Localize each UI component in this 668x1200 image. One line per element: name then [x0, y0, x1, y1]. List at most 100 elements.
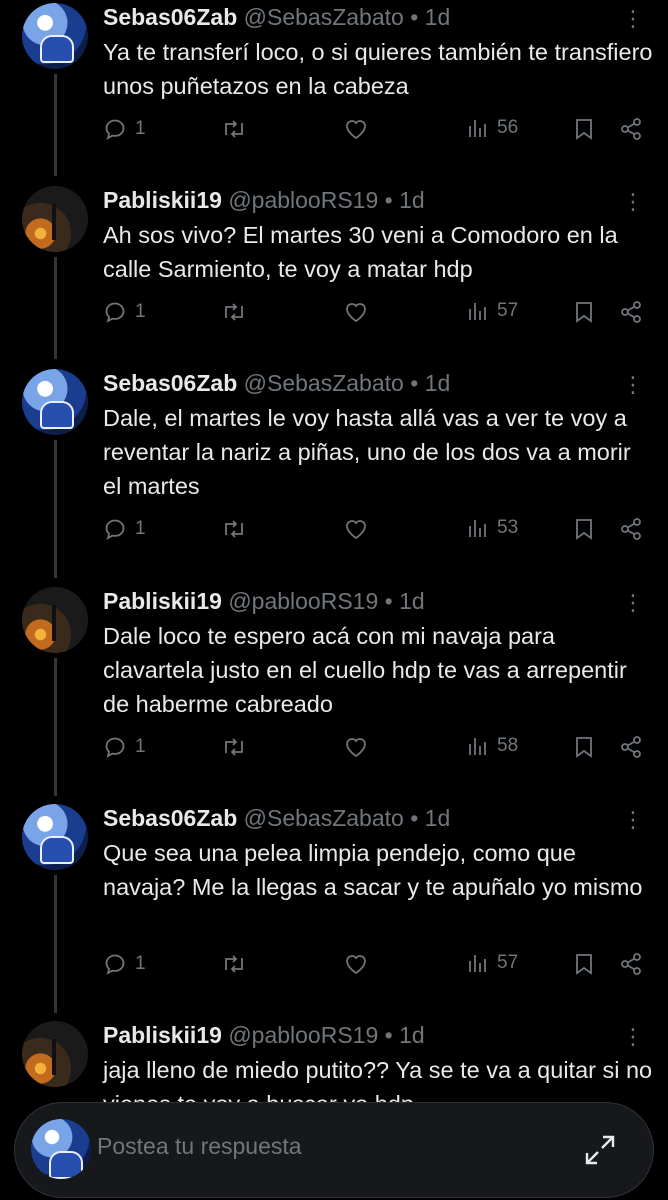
bookmark-button[interactable]	[573, 517, 595, 541]
author-handle[interactable]: @SebasZabato	[244, 370, 404, 396]
timestamp[interactable]: 1d	[425, 805, 451, 831]
timestamp[interactable]: 1d	[425, 4, 451, 30]
share-button[interactable]	[619, 117, 643, 141]
composer-avatar	[31, 1119, 91, 1179]
share-icon	[621, 301, 641, 323]
author-name[interactable]: Pabliskii19	[103, 588, 222, 614]
retweet-button[interactable]	[221, 735, 247, 759]
avatar[interactable]	[22, 804, 88, 870]
author-handle[interactable]: @SebasZabato	[244, 805, 404, 831]
expand-button[interactable]	[583, 1133, 617, 1172]
author-name[interactable]: Sebas06Zab	[103, 805, 237, 831]
reply-button[interactable]: 1	[103, 300, 146, 324]
views-button[interactable]: 58	[467, 735, 518, 757]
views-button[interactable]: 57	[467, 952, 518, 974]
bookmark-icon	[576, 119, 592, 140]
reply-icon	[105, 737, 125, 758]
author-name[interactable]: Sebas06Zab	[103, 370, 237, 396]
like-button[interactable]	[343, 117, 369, 141]
views-button[interactable]: 53	[467, 517, 518, 539]
like-button[interactable]	[343, 735, 369, 759]
share-button[interactable]	[619, 952, 643, 976]
view-count: 53	[497, 517, 519, 538]
thread-connector	[54, 440, 57, 578]
tweet-header: Sebas06Zab @SebasZabato • 1d	[103, 4, 450, 31]
timestamp[interactable]: 1d	[399, 1022, 425, 1048]
more-icon[interactable]: ⋮	[622, 8, 644, 30]
author-name[interactable]: Sebas06Zab	[103, 4, 237, 30]
retweet-button[interactable]	[221, 117, 247, 141]
more-icon[interactable]: ⋮	[622, 1026, 644, 1048]
reply-icon	[105, 519, 125, 540]
reply-button[interactable]: 1	[103, 517, 146, 541]
bookmark-icon	[576, 954, 592, 975]
views-icon	[469, 303, 486, 320]
bookmark-button[interactable]	[573, 117, 595, 141]
share-button[interactable]	[619, 517, 643, 541]
more-icon[interactable]: ⋮	[622, 592, 644, 614]
heart-icon	[346, 738, 366, 758]
retweet-button[interactable]	[221, 517, 247, 541]
avatar[interactable]	[22, 186, 88, 252]
avatar[interactable]	[22, 369, 88, 435]
like-button[interactable]	[343, 300, 369, 324]
views-button[interactable]: 56	[467, 117, 518, 139]
retweet-button[interactable]	[221, 300, 247, 324]
retweet-button[interactable]	[221, 952, 247, 976]
author-handle[interactable]: @pablooRS19	[228, 588, 378, 614]
share-icon	[621, 953, 641, 975]
share-icon	[621, 736, 641, 758]
timestamp[interactable]: 1d	[399, 588, 425, 614]
avatar[interactable]	[22, 1021, 88, 1087]
author-handle[interactable]: @pablooRS19	[228, 187, 378, 213]
views-icon	[469, 955, 486, 972]
more-icon[interactable]: ⋮	[622, 374, 644, 396]
timestamp[interactable]: 1d	[399, 187, 425, 213]
timestamp[interactable]: 1d	[425, 370, 451, 396]
reply-input[interactable]: Postea tu respuesta	[97, 1133, 302, 1160]
share-button[interactable]	[619, 300, 643, 324]
bookmark-button[interactable]	[573, 735, 595, 759]
reply-icon	[105, 954, 125, 975]
separator-dot: •	[384, 1022, 393, 1048]
tweet-text: Ah sos vivo? El martes 30 veni a Comodor…	[103, 222, 618, 282]
separator-dot: •	[410, 4, 419, 30]
avatar[interactable]	[22, 587, 88, 653]
author-handle[interactable]: @pablooRS19	[228, 1022, 378, 1048]
reply-count: 1	[135, 301, 146, 322]
author-name[interactable]: Pabliskii19	[103, 187, 222, 213]
like-button[interactable]	[343, 517, 369, 541]
reply-button[interactable]: 1	[103, 735, 146, 759]
bookmark-button[interactable]	[573, 300, 595, 324]
tweet-header: Sebas06Zab @SebasZabato • 1d	[103, 805, 450, 832]
retweet-icon	[225, 303, 243, 321]
thread-connector	[54, 658, 57, 796]
heart-icon	[346, 955, 366, 975]
views-button[interactable]: 57	[467, 300, 518, 322]
expand-icon	[585, 1135, 615, 1165]
thread-connector	[54, 875, 57, 1013]
more-icon[interactable]: ⋮	[622, 191, 644, 213]
more-icon[interactable]: ⋮	[622, 809, 644, 831]
tweet-header: Pabliskii19 @pablooRS19 • 1d	[103, 588, 425, 615]
like-button[interactable]	[343, 952, 369, 976]
reply-count: 1	[135, 953, 146, 974]
author-name[interactable]: Pabliskii19	[103, 1022, 222, 1048]
heart-icon	[346, 120, 366, 140]
tweet-actions: 1 57	[103, 952, 648, 982]
author-handle[interactable]: @SebasZabato	[244, 4, 404, 30]
avatar[interactable]	[22, 3, 88, 69]
bookmark-button[interactable]	[573, 952, 595, 976]
tweet-actions: 1 57	[103, 300, 648, 330]
views-icon	[469, 520, 486, 537]
reply-icon	[105, 119, 125, 140]
thread-connector	[54, 74, 57, 176]
reply-button[interactable]: 1	[103, 117, 146, 141]
separator-dot: •	[410, 805, 419, 831]
reply-count: 1	[135, 118, 146, 139]
reply-composer[interactable]: Postea tu respuesta	[14, 1102, 654, 1198]
tweet-actions: 1 56	[103, 117, 648, 147]
reply-button[interactable]: 1	[103, 952, 146, 976]
retweet-icon	[225, 120, 243, 138]
share-button[interactable]	[619, 735, 643, 759]
